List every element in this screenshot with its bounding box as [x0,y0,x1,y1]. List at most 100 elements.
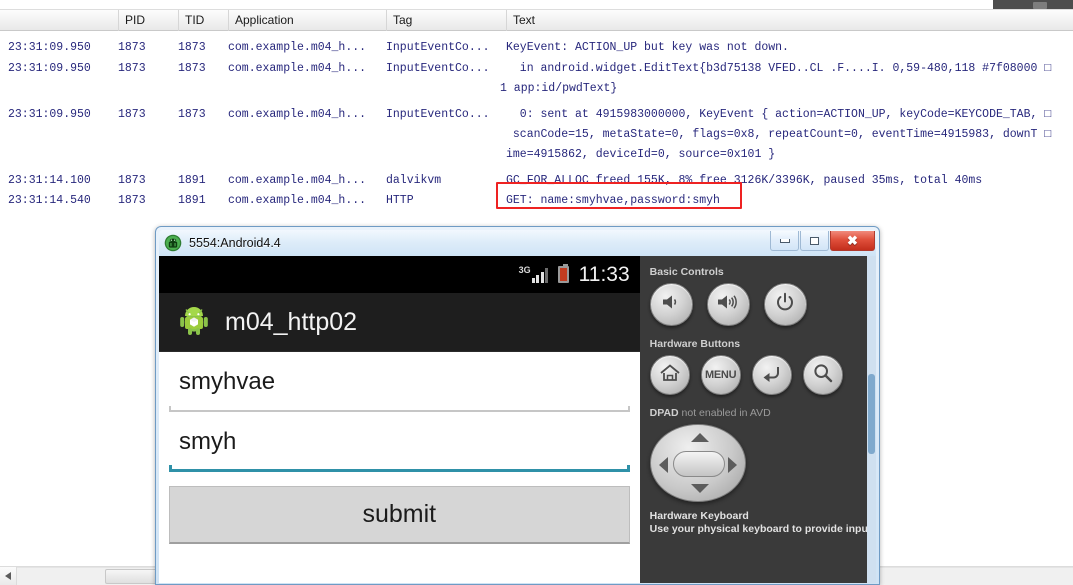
maximize-button[interactable] [800,231,829,251]
table-cell-tid: 1873 [178,108,206,121]
table-cell-application: com.example.m04_h... [228,194,367,207]
search-icon [812,362,834,389]
status-bar-clock: 11:33 [578,262,630,286]
app-content: smyhvae smyh submit [159,366,640,583]
window-controls: ✖ [769,231,875,251]
dpad-center-button[interactable] [672,451,725,477]
volume-up-button[interactable] [706,283,750,326]
table-cell-text: in android.widget.EditText{b3d75138 VFED… [506,62,1052,75]
search-button[interactable] [802,355,843,395]
screenshot-root: PID TID Application Tag Text 23:31:09.95… [0,0,1073,585]
control-panel-scrollbar[interactable] [867,256,876,583]
menu-button[interactable]: MENU [700,355,741,395]
table-cell-tid: 1891 [178,194,206,207]
home-icon [659,363,681,388]
emulator-control-panel: Basic Controls Hardware Buttons MENU DPA… [639,256,876,583]
table-cell-text-wrapped: ime=4915862, deviceId=0, source=0x101 } [506,148,776,161]
app-title: m04_http02 [225,307,358,336]
table-row[interactable]: 23:31:14.540 [8,191,120,210]
top-window-stub-glyph [1033,2,1047,9]
dpad-label-dim: not enabled in AVD [678,407,771,419]
emulator-window-title: 5554:Android4.4 [189,236,281,250]
minimize-button[interactable] [770,231,799,251]
table-cell-tid: 1891 [178,174,206,187]
table-cell-text: 0: sent at 4915983000000, KeyEvent { act… [506,108,1052,121]
column-header-tag[interactable]: Tag [386,10,506,31]
close-button[interactable]: ✖ [830,231,875,251]
speaker-high-icon [716,293,740,316]
table-cell-pid: 1873 [118,108,146,121]
column-header-time[interactable] [0,10,118,31]
dpad-label-strong: DPAD [649,407,679,419]
table-cell-text-wrapped: 1 app:id/pwdText} [500,82,618,95]
username-field[interactable]: smyhvae [169,366,630,412]
control-panel-scrollbar-thumb[interactable] [868,374,875,454]
close-icon: ✖ [847,233,858,248]
table-row[interactable]: 23:31:09.950 [8,59,120,78]
hardware-buttons-label: Hardware Buttons [649,338,741,350]
scrollbar-thumb[interactable] [105,569,159,584]
column-header-application[interactable]: Application [228,10,386,31]
table-cell-pid: 1873 [118,174,146,187]
menu-button-label: MENU [705,369,737,381]
volume-down-button[interactable] [649,283,693,326]
password-field-value: smyh [179,428,237,455]
power-icon [775,292,795,317]
table-cell-pid: 1873 [118,41,146,54]
password-field-underline [169,465,630,472]
column-header-tid[interactable]: TID [178,10,228,31]
power-button[interactable] [763,283,807,326]
username-field-underline [169,406,630,412]
android-robot-icon [164,234,182,252]
emulator-body: 3G 11:33 m04_http02 smyhvae smyh submit … [159,256,876,583]
table-cell-application: com.example.m04_h... [228,174,367,187]
table-cell-tag: InputEventCo... [386,62,490,75]
back-button[interactable] [751,355,792,395]
table-cell-tag: InputEventCo... [386,108,490,121]
hardware-keyboard-subtitle: Use your physical keyboard to provide in… [649,523,872,535]
password-field[interactable]: smyh [169,426,630,472]
dpad-control[interactable] [649,424,746,502]
table-row[interactable]: 23:31:09.950 [8,105,120,124]
logcat-column-headers: PID TID Application Tag Text [0,9,1073,31]
dpad-right-icon[interactable] [727,457,737,473]
table-cell-tid: 1873 [178,62,206,75]
table-cell-tag: InputEventCo... [386,41,490,54]
table-cell-application: com.example.m04_h... [228,108,367,121]
android-status-bar: 3G 11:33 [159,256,640,293]
device-screen[interactable]: 3G 11:33 m04_http02 smyhvae smyh submit [159,256,640,583]
basic-controls-row [649,283,876,326]
username-field-value: smyhvae [179,368,276,395]
dpad-down-icon[interactable] [690,484,709,493]
top-window-stub [993,0,1073,9]
app-action-bar: m04_http02 [159,293,640,352]
network-type-label: 3G [518,264,531,275]
table-cell-tag: HTTP [386,194,414,207]
dpad-up-icon[interactable] [690,433,709,442]
column-header-pid[interactable]: PID [118,10,178,31]
minimize-icon [779,238,790,243]
home-button[interactable] [649,355,690,395]
android-robot-icon [177,303,211,342]
scroll-left-arrow-icon[interactable] [0,567,17,585]
table-row[interactable]: 23:31:09.950 [8,38,120,57]
table-cell-tag: dalvikvm [386,174,442,187]
maximize-icon [810,236,819,245]
emulator-titlebar[interactable]: 5554:Android4.4 ✖ [159,230,876,256]
dpad-status-label: DPAD not enabled in AVD [650,407,876,419]
table-cell-tid: 1873 [178,41,206,54]
highlight-annotation-box [496,182,742,209]
table-cell-text-wrapped: scanCode=15, metaState=0, flags=0x8, rep… [506,128,1052,141]
signal-bars-icon [531,267,550,283]
dpad-left-icon[interactable] [658,457,668,473]
basic-controls-label: Basic Controls [649,266,724,278]
table-cell-pid: 1873 [118,62,146,75]
table-row[interactable]: 23:31:14.100 [8,171,120,190]
table-cell-pid: 1873 [118,194,146,207]
back-arrow-icon [761,363,783,388]
table-cell-application: com.example.m04_h... [228,62,367,75]
column-header-text[interactable]: Text [506,10,1066,31]
table-cell-text: KeyEvent: ACTION_UP but key was not down… [506,41,789,54]
hardware-buttons-row: MENU [649,355,876,395]
submit-button[interactable]: submit [169,486,630,544]
